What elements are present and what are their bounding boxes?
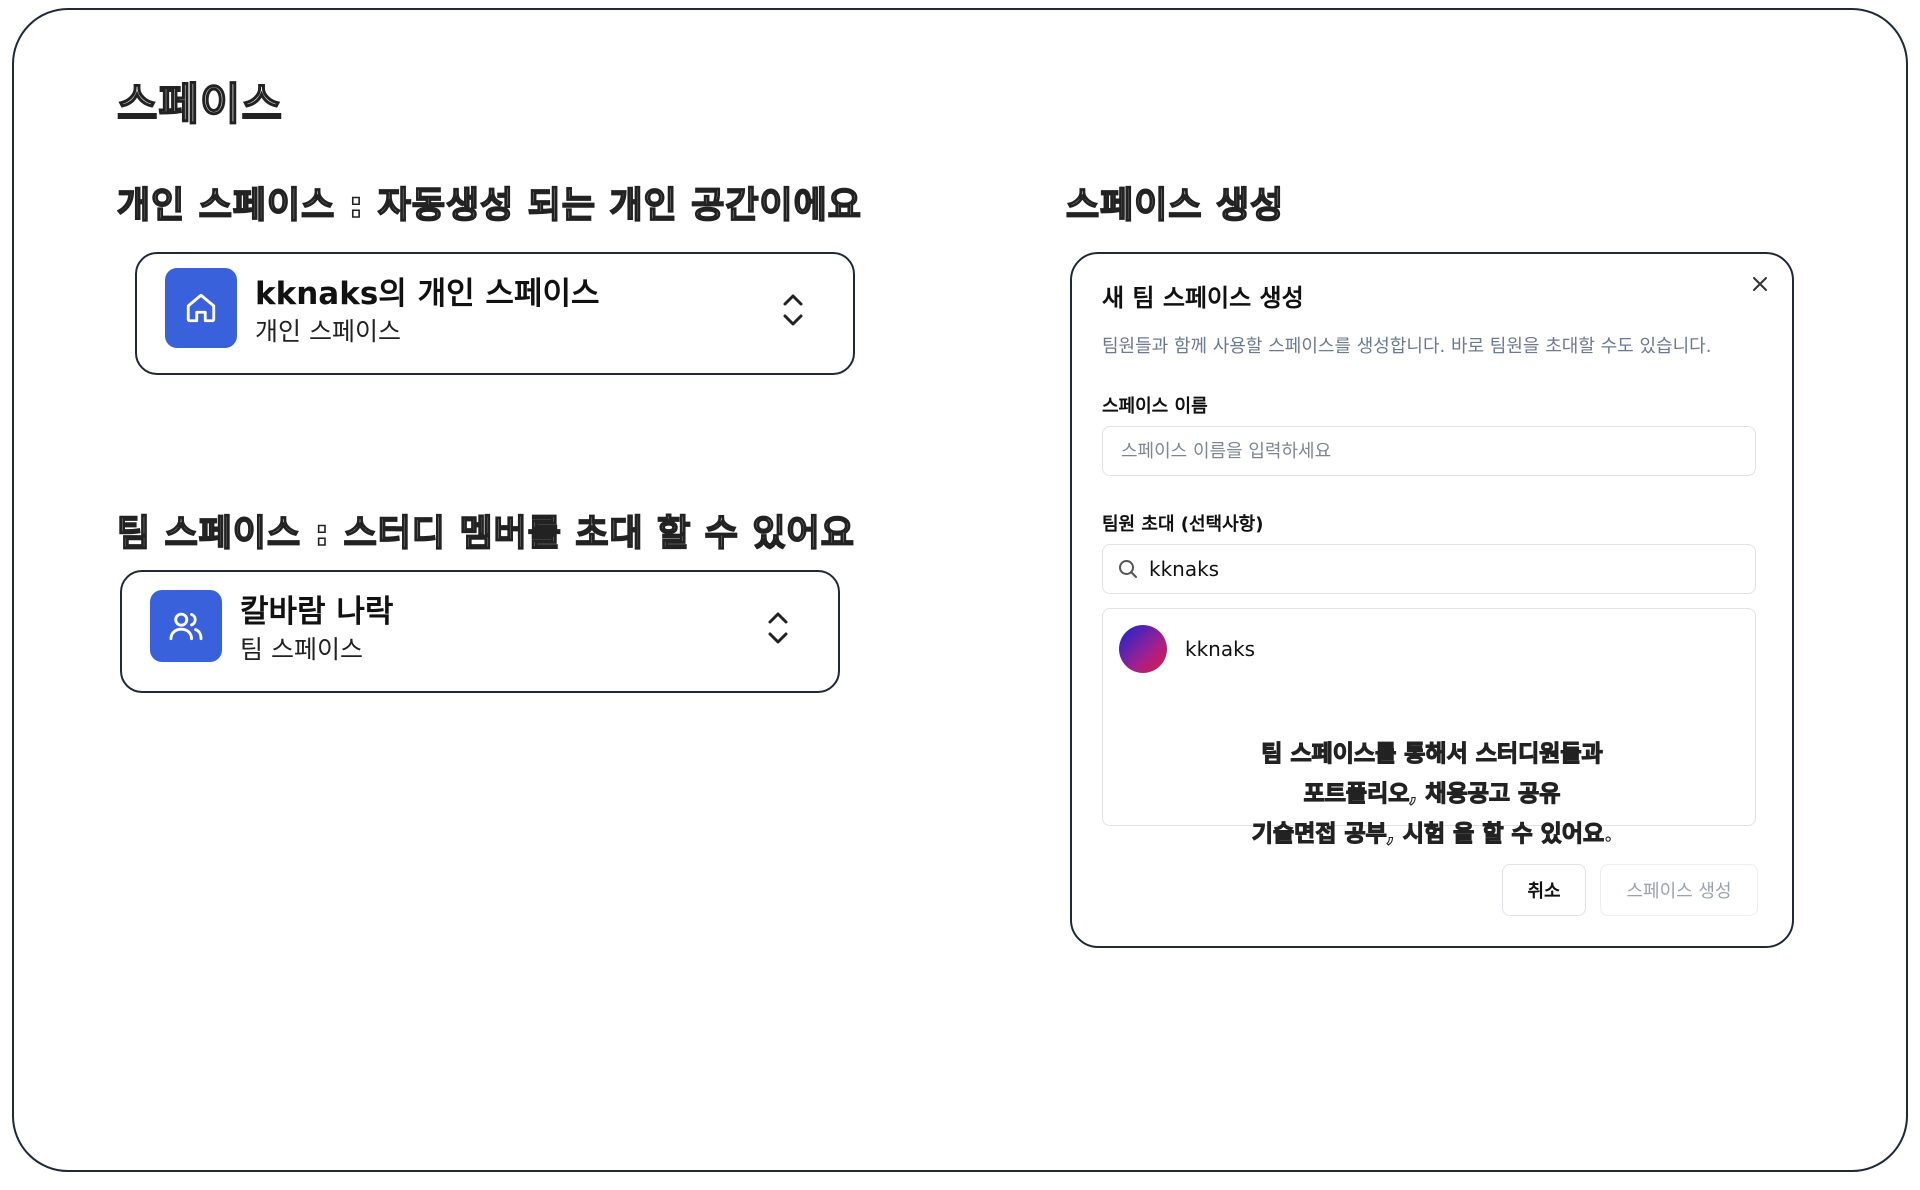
avatar <box>1119 625 1167 673</box>
personal-space-selector[interactable]: kknaks의 개인 스페이스 개인 스페이스 <box>135 252 855 375</box>
member-search-input[interactable] <box>1149 545 1739 593</box>
search-result-item[interactable]: kknaks <box>1119 625 1719 673</box>
team-space-name: 칼바람 나락 <box>240 594 394 630</box>
page-title: 스페이스 <box>116 78 283 131</box>
annotation-line: 포트폴리오, 채용공고 공유 <box>1303 779 1561 807</box>
users-icon <box>150 590 222 662</box>
create-space-button[interactable]: 스페이스 생성 <box>1600 864 1758 916</box>
create-space-heading: 스페이스 생성 <box>1065 184 1285 227</box>
close-icon <box>1753 277 1767 291</box>
personal-space-type: 개인 스페이스 <box>255 317 401 346</box>
search-icon <box>1119 560 1137 578</box>
team-space-heading: 팀 스페이스 : 스터디 멤버를 초대 할 수 있어요 <box>116 512 855 555</box>
member-search-field[interactable] <box>1102 544 1756 594</box>
team-space-selector[interactable]: 칼바람 나락 팀 스페이스 <box>120 570 840 693</box>
personal-space-name: kknaks의 개인 스페이스 <box>255 276 600 312</box>
dialog-description: 팀원들과 함께 사용할 스페이스를 생성합니다. 바로 팀원을 초대할 수도 있… <box>1102 336 1712 357</box>
cancel-button[interactable]: 취소 <box>1502 864 1586 916</box>
result-user-name: kknaks <box>1185 637 1256 661</box>
personal-space-heading: 개인 스페이스 : 자동생성 되는 개인 공간이에요 <box>116 184 862 227</box>
close-button[interactable] <box>1746 270 1774 298</box>
home-icon <box>165 268 237 348</box>
chevron-updown-icon <box>783 294 803 326</box>
space-name-input[interactable] <box>1102 426 1756 476</box>
annotation-line: 팀 스페이스를 통해서 스터디원들과 <box>1261 739 1604 767</box>
annotation-line: 기술면접 공부, 시험 을 할 수 있어요. <box>1251 819 1613 847</box>
chevron-updown-icon <box>768 612 788 644</box>
space-name-label: 스페이스 이름 <box>1102 396 1208 417</box>
invite-label: 팀원 초대 (선택사항) <box>1102 514 1264 535</box>
create-team-space-dialog: 새 팀 스페이스 생성 팀원들과 함께 사용할 스페이스를 생성합니다. 바로 … <box>1070 252 1794 948</box>
dialog-title: 새 팀 스페이스 생성 <box>1102 284 1304 312</box>
team-space-type: 팀 스페이스 <box>240 635 363 664</box>
presentation-frame: 스페이스 개인 스페이스 : 자동생성 되는 개인 공간이에요 kknaks의 … <box>12 8 1908 1172</box>
